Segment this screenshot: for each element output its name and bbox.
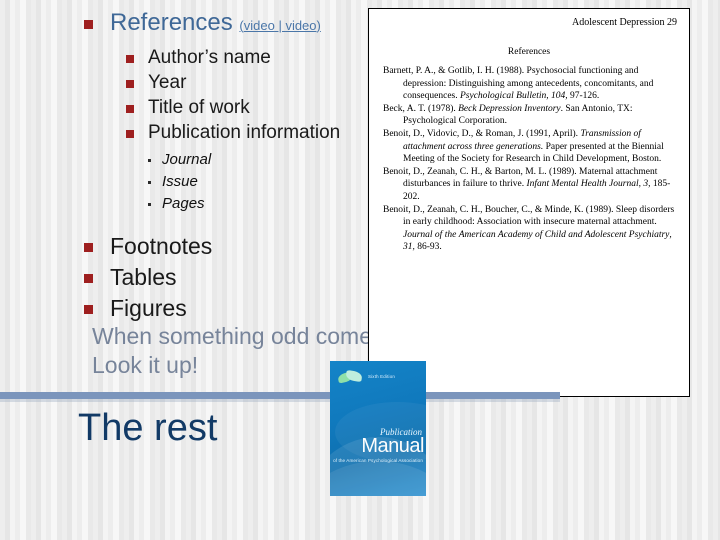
reference-journal-italic: American Academy of Child and Adolescent…	[458, 229, 670, 240]
list-item-label: Year	[148, 72, 187, 93]
dot-bullet-icon	[148, 203, 151, 206]
reference-line: for Research in Child Development, Bosto…	[492, 154, 662, 165]
reference-title-italic: Beck Depression Inventory	[458, 103, 561, 114]
reference-line: Benoit, D., Zeanah, C. H., & Barton, M. …	[383, 166, 577, 177]
level2-list-group1: Author’s name Year Title of work Publica…	[126, 45, 384, 145]
list-item-label: Figures	[110, 295, 187, 321]
square-bullet-icon	[126, 105, 134, 113]
level1-list-group2: Footnotes Tables Figures	[84, 231, 384, 323]
list-item-label: Author’s name	[148, 47, 271, 68]
running-head: Adolescent Depression 29	[572, 17, 677, 28]
reference-line: with insecure maternal attachment.	[523, 217, 657, 228]
list-item-label: Footnotes	[110, 233, 213, 259]
reference-page-panel: Adolescent Depression 29 References Barn…	[368, 8, 690, 397]
apa-publication-manual-cover: Sixth Edition Publication Manual of the …	[330, 361, 426, 496]
reference-entry: Benoit, D., Vidovic, D., & Roman, J. (19…	[383, 128, 681, 166]
reference-volume-italic: 31,	[403, 242, 415, 253]
list-item-label: Tables	[110, 264, 177, 290]
reference-line: Beck, A. T. (1978).	[383, 103, 459, 114]
reference-punct: .	[560, 103, 564, 114]
list-item-label: Issue	[162, 173, 198, 190]
divider-shadow	[0, 399, 560, 402]
square-bullet-icon	[126, 55, 134, 63]
reference-line: Benoit, D., Vidovic, D., & Roman, J. (19…	[383, 128, 579, 139]
reference-entry: Beck, A. T. (1978). Beck Depression Inve…	[383, 103, 681, 128]
list-item-label: Title of work	[148, 97, 250, 118]
paren-close: )	[316, 18, 321, 33]
reference-journal-italic: Journal of the	[403, 229, 457, 240]
reference-entry: Benoit, D., Zeanah, C. H., Boucher, C., …	[383, 204, 681, 254]
cover-manual-label: Manual	[361, 435, 424, 457]
reference-line: Barnett, P. A., & Gotlib, I. H. (1988). …	[383, 66, 577, 76]
square-bullet-icon	[84, 243, 93, 252]
list-item: Journal	[148, 149, 384, 171]
video-links: (video | video)	[239, 18, 320, 33]
reference-journal-italic: Psychological Bulletin, 104,	[459, 91, 568, 102]
list-item: Year	[126, 70, 384, 95]
dot-bullet-icon	[148, 159, 151, 162]
references-section-title: References	[507, 47, 551, 57]
references-list: Barnett, P. A., & Gotlib, I. H. (1988). …	[369, 65, 689, 254]
cover-edition-label: Sixth Edition	[368, 374, 396, 379]
reference-entry: Benoit, D., Zeanah, C. H., & Barton, M. …	[383, 166, 681, 204]
reference-journal-italic: Infant Mental Health Journal, 3,	[526, 179, 651, 190]
cover-association-label: of the American Psychological Associatio…	[333, 458, 423, 463]
list-item: Issue	[148, 171, 384, 193]
list-item: Pages	[148, 193, 384, 215]
list-item-label: Pages	[162, 195, 205, 212]
reference-punct: ,	[669, 229, 672, 240]
bullet-content-column: References (video | video) Author’s name…	[84, 8, 384, 324]
list-item-label: Publication information	[148, 122, 341, 143]
square-bullet-icon	[84, 274, 93, 283]
video-link-1[interactable]: video	[244, 18, 275, 33]
reference-entry: Barnett, P. A., & Gotlib, I. H. (1988). …	[383, 65, 681, 103]
slide: References (video | video) Author’s name…	[0, 0, 720, 540]
dot-bullet-icon	[148, 181, 151, 184]
section-divider	[0, 392, 560, 399]
list-item: Tables	[84, 262, 384, 292]
section-heading-the-rest: The rest	[78, 407, 218, 449]
reference-pages: 97-126.	[567, 91, 600, 102]
list-item: Publication information	[126, 120, 384, 145]
link-separator: |	[274, 18, 286, 33]
page-title: References (video | video)	[110, 8, 321, 41]
reference-pages: 86-93.	[414, 242, 442, 253]
square-bullet-icon	[84, 20, 93, 29]
list-item-label: Journal	[162, 151, 212, 168]
list-item: Author’s name	[126, 45, 384, 70]
level3-list: Journal Issue Pages	[148, 149, 384, 215]
square-bullet-icon	[126, 130, 134, 138]
square-bullet-icon	[84, 305, 93, 314]
page-title-text: References	[110, 9, 233, 36]
video-link-2[interactable]: video	[285, 18, 316, 33]
list-item: Footnotes	[84, 231, 384, 261]
list-item: Figures	[84, 293, 384, 323]
list-item: Title of work	[126, 95, 384, 120]
cover-wave-decor	[330, 460, 426, 496]
apa-logo-icon	[337, 369, 364, 384]
slide-title-row: References (video | video)	[84, 8, 384, 41]
reference-line: Benoit, D., Zeanah, C. H., Boucher, C., …	[383, 204, 584, 215]
square-bullet-icon	[126, 80, 134, 88]
